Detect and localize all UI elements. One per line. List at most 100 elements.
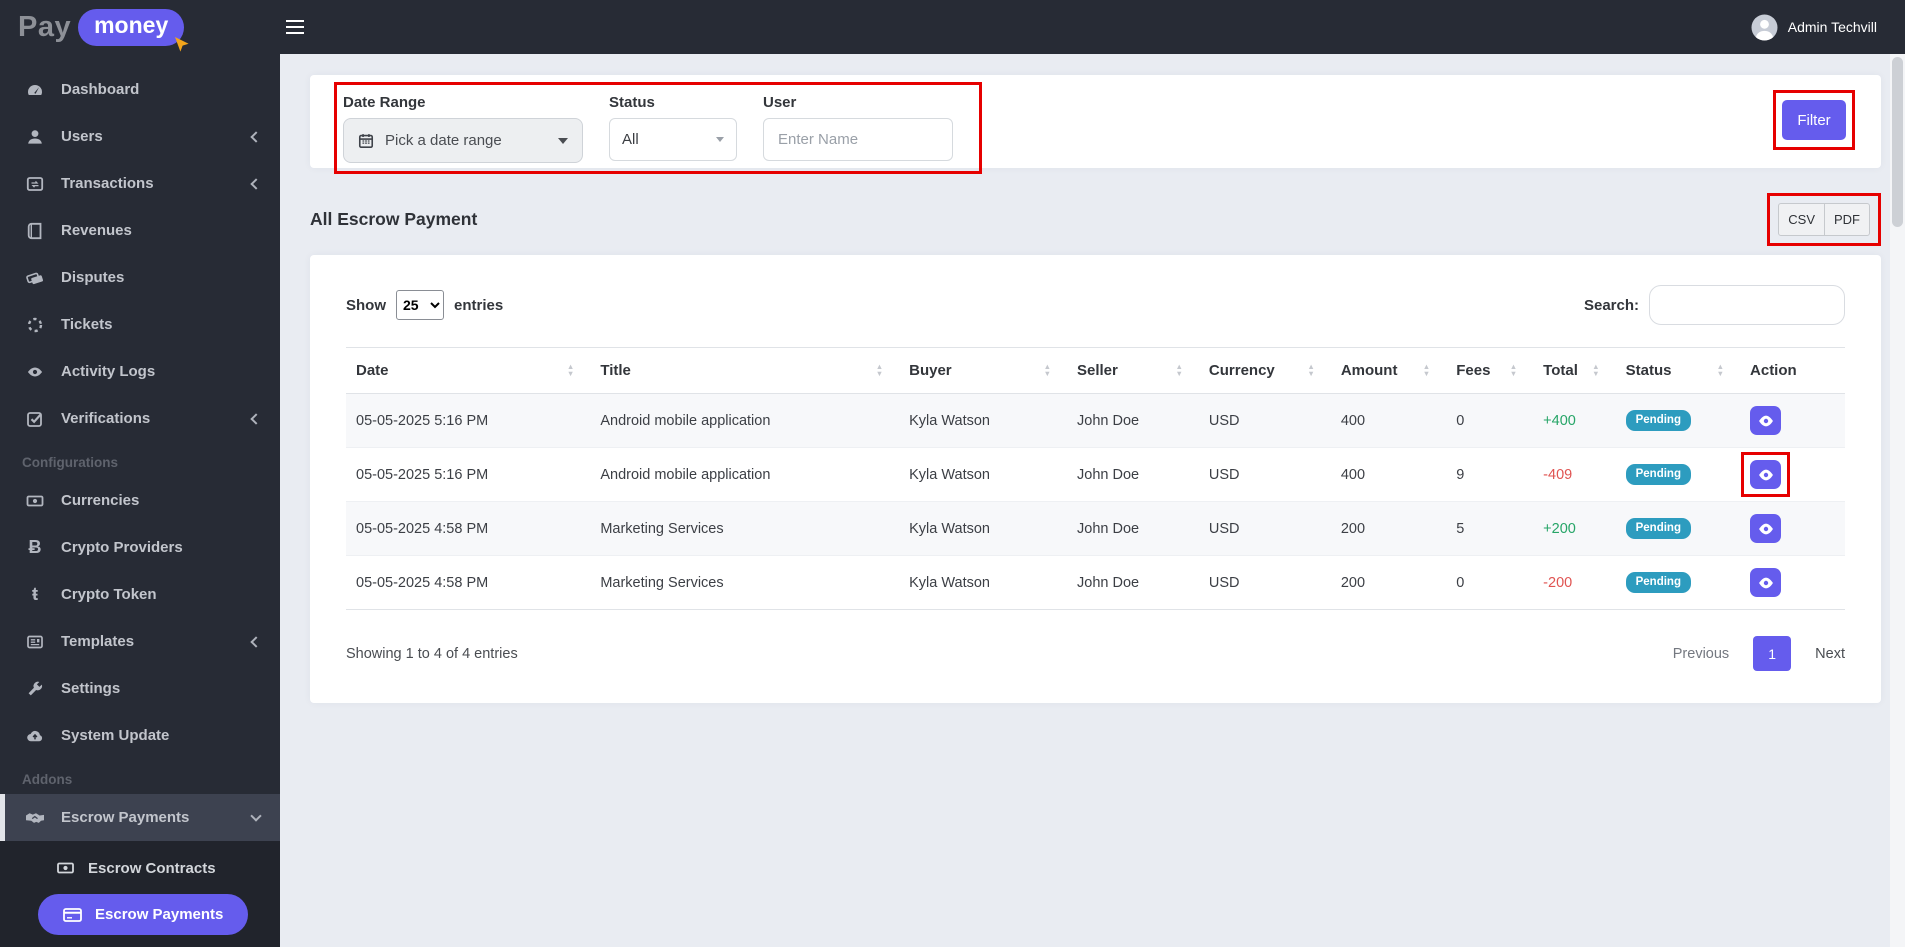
sidebar-item-activity-logs[interactable]: Activity Logs xyxy=(0,348,280,395)
sidebar-item-verifications[interactable]: Verifications xyxy=(0,395,280,442)
column-label: Currency xyxy=(1208,362,1275,379)
search-label: Search: xyxy=(1583,296,1639,314)
table-header-row: Date ▲ ▼ Title ▲ ▼ Buyer ▲ ▼ Seller ▲ ▼ Currency ▲ ▼ Am… xyxy=(346,347,1845,394)
money-bill-icon xyxy=(22,492,48,510)
cell-amount: 400 xyxy=(1330,393,1447,448)
gauge-icon xyxy=(22,81,48,99)
status-group: Status All xyxy=(609,94,737,171)
sidebar-item-crypto-token[interactable]: ŧ Crypto Token xyxy=(0,571,280,618)
sort-icon[interactable]: ▲ ▼ xyxy=(876,363,889,377)
cell-seller: John Doe xyxy=(1067,555,1199,610)
date-range-picker[interactable]: Pick a date range xyxy=(343,118,583,163)
column-header-status[interactable]: Status ▲ ▼ xyxy=(1615,347,1741,394)
cell-action xyxy=(1740,447,1845,502)
column-header-title[interactable]: Title ▲ ▼ xyxy=(590,347,900,394)
sidebar-item-label: Activity Logs xyxy=(61,363,156,380)
action-wrap xyxy=(1750,514,1782,543)
user-name-input[interactable] xyxy=(763,118,953,161)
status-badge: Pending xyxy=(1625,518,1691,539)
export-pdf-button[interactable]: PDF xyxy=(1824,202,1870,236)
sidebar-subitem-escrow-payments-active[interactable]: Escrow Payments xyxy=(38,894,249,935)
sort-icon[interactable]: ▲ ▼ xyxy=(1307,363,1320,377)
sort-icon[interactable]: ▲ ▼ xyxy=(1717,363,1730,377)
scrollbar-thumb[interactable] xyxy=(1892,57,1903,227)
sidebar-item-transactions[interactable]: Transactions xyxy=(0,160,280,207)
column-header-total[interactable]: Total ▲ ▼ xyxy=(1533,347,1616,394)
status-badge: Pending xyxy=(1625,464,1691,485)
sort-icon[interactable]: ▲ ▼ xyxy=(567,363,580,377)
view-payment-button[interactable] xyxy=(1750,406,1782,435)
logo-pill: money xyxy=(78,8,189,52)
column-header-date[interactable]: Date ▲ ▼ xyxy=(346,347,591,394)
next-page-button[interactable]: Next xyxy=(1815,646,1845,662)
sidebar: Pay money Dashboard Users Transactions R… xyxy=(0,0,280,947)
sidebar-item-currencies[interactable]: Currencies xyxy=(0,477,280,524)
sort-icon[interactable]: ▲ ▼ xyxy=(1592,363,1605,377)
sidebar-item-escrow-payments[interactable]: Escrow Payments xyxy=(0,794,280,841)
sidebar-subitem-escrow-contracts[interactable]: Escrow Contracts xyxy=(0,845,280,891)
cell-title: Android mobile application xyxy=(590,447,900,502)
page-title: All Escrow Payment xyxy=(310,208,478,229)
sort-icon[interactable]: ▲ ▼ xyxy=(1175,363,1188,377)
sidebar-item-disputes[interactable]: Disputes xyxy=(0,254,280,301)
sidebar-item-label: Tickets xyxy=(61,316,113,333)
column-header-currency[interactable]: Currency ▲ ▼ xyxy=(1198,347,1331,394)
sidebar-item-users[interactable]: Users xyxy=(0,113,280,160)
cell-action xyxy=(1740,393,1845,448)
search-input[interactable] xyxy=(1649,285,1845,325)
sort-icon[interactable]: ▲ ▼ xyxy=(1423,363,1436,377)
export-buttons-annotation-box: CSV PDF xyxy=(1767,192,1881,246)
column-header-fees[interactable]: Fees ▲ ▼ xyxy=(1446,347,1534,394)
sidebar-item-dashboard[interactable]: Dashboard xyxy=(0,66,280,113)
view-payment-button[interactable] xyxy=(1750,460,1782,489)
view-payment-button[interactable] xyxy=(1750,514,1782,543)
sort-icon[interactable]: ▲ ▼ xyxy=(1510,363,1523,377)
page-scrollbar[interactable] xyxy=(1890,54,1905,947)
status-select[interactable]: All xyxy=(609,118,737,161)
sidebar-item-settings[interactable]: Settings xyxy=(0,665,280,712)
column-header-buyer[interactable]: Buyer ▲ ▼ xyxy=(899,347,1067,394)
sidebar-item-system-update[interactable]: System Update xyxy=(0,712,280,759)
app-logo[interactable]: Pay money xyxy=(0,0,280,54)
sidebar-item-revenues[interactable]: Revenues xyxy=(0,207,280,254)
status-badge: Pending xyxy=(1625,572,1691,593)
sidebar-section-configurations: Configurations xyxy=(22,455,118,470)
chevron-down-icon xyxy=(250,809,262,822)
column-label: Fees xyxy=(1456,362,1491,379)
current-page-button[interactable]: 1 xyxy=(1753,636,1792,671)
sidebar-item-templates[interactable]: Templates xyxy=(0,618,280,665)
eye-icon xyxy=(1758,415,1773,426)
action-annotation-box xyxy=(1741,452,1791,497)
admin-profile[interactable]: Admin Techvill xyxy=(1751,14,1877,41)
previous-page-button[interactable]: Previous xyxy=(1673,646,1729,662)
sidebar-subitem-label: Escrow Contracts xyxy=(88,859,216,877)
export-csv-button[interactable]: CSV xyxy=(1778,202,1825,236)
spinner-icon xyxy=(22,316,48,334)
eye-icon xyxy=(1758,523,1773,534)
sidebar-item-crypto-providers[interactable]: Ƀ Crypto Providers xyxy=(0,524,280,571)
chevron-left-icon xyxy=(250,130,262,143)
cell-total: -200 xyxy=(1533,555,1616,610)
filter-button[interactable]: Filter xyxy=(1782,100,1846,140)
cell-date: 05-05-2025 4:58 PM xyxy=(346,501,591,556)
cell-buyer: Kyla Watson xyxy=(899,501,1067,556)
column-header-amount[interactable]: Amount ▲ ▼ xyxy=(1330,347,1447,394)
sidebar-nav: Dashboard Users Transactions Revenues Di… xyxy=(0,54,280,947)
filter-button-annotation-box: Filter xyxy=(1773,90,1855,150)
sidebar-item-label: Escrow Payments xyxy=(61,809,190,826)
sort-icon[interactable]: ▲ ▼ xyxy=(1044,363,1057,377)
page-size-select[interactable]: 25 xyxy=(396,290,444,320)
column-header-seller[interactable]: Seller ▲ ▼ xyxy=(1067,347,1199,394)
date-range-label: Date Range xyxy=(343,94,426,111)
hamburger-menu-button[interactable] xyxy=(286,14,312,40)
sidebar-item-label: Users xyxy=(61,128,103,145)
sidebar-item-label: System Update xyxy=(61,727,170,744)
sidebar-item-label: Verifications xyxy=(61,410,151,427)
cell-title: Android mobile application xyxy=(590,393,900,448)
table-controls: Show 25 entries Search: xyxy=(346,285,1845,325)
money-bill-icon xyxy=(56,859,75,877)
sidebar-item-tickets[interactable]: Tickets xyxy=(0,301,280,348)
view-payment-button[interactable] xyxy=(1750,568,1782,597)
calendar-icon xyxy=(358,132,374,149)
chevron-left-icon xyxy=(250,412,262,425)
